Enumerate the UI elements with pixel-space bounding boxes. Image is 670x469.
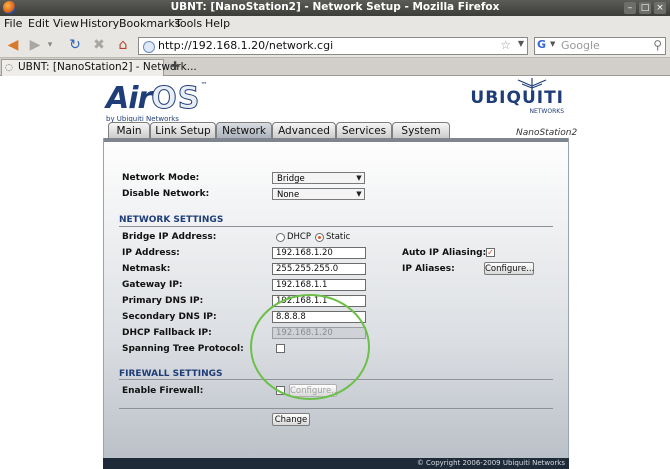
web-page: AirOS™ by Ubiquiti Networks UBIQUITI NET… (0, 76, 670, 469)
ip-address-label: IP Address: (122, 248, 180, 258)
section-divider (119, 226, 553, 227)
settings-panel: Network Mode: Bridge ▼ Disable Network: … (103, 138, 569, 469)
network-settings-title: NETWORK SETTINGS (119, 215, 224, 225)
new-tab-icon[interactable]: ✚ (170, 59, 180, 73)
menu-bookmarks[interactable]: Bookmarks (119, 17, 180, 30)
tab-system[interactable]: System (392, 122, 450, 139)
brand-name: UBIQUITI (470, 88, 564, 108)
ip-address-input[interactable]: 192.168.1.20 (272, 247, 366, 259)
back-icon[interactable]: ◀ (4, 36, 22, 54)
dhcp-radio[interactable] (276, 233, 285, 242)
search-icon[interactable]: ⚲ (653, 38, 662, 52)
home-icon[interactable]: ⌂ (114, 36, 132, 54)
close-icon[interactable]: × (654, 2, 666, 14)
navigation-toolbar: ◀ ▶ ▾ ↻ ✖ ⌂ http://192.168.1.20/network.… (0, 33, 670, 58)
network-mode-select[interactable]: Bridge ▼ (272, 172, 365, 184)
ip-aliases-configure-button[interactable]: Configure... (484, 262, 534, 275)
copyright-footer: © Copyright 2006-2009 Ubiquiti Networks (103, 458, 569, 469)
static-radio-label: Static (326, 232, 351, 242)
device-name: NanoStation2 (516, 128, 578, 138)
brand-sub: NETWORKS (529, 108, 564, 115)
chevron-down-icon: ▼ (356, 190, 362, 198)
section-divider (119, 408, 553, 409)
panel-top-border (104, 138, 568, 142)
primary-dns-input[interactable]: 192.168.1.1 (272, 295, 366, 307)
static-radio[interactable] (315, 233, 324, 242)
menu-bar: File Edit View History Bookmarks Tools H… (0, 16, 670, 34)
tab-network[interactable]: Network (216, 122, 272, 139)
gateway-ip-label: Gateway IP: (122, 280, 183, 290)
bridge-ip-label: Bridge IP Address: (122, 232, 217, 242)
menu-history[interactable]: History (80, 17, 119, 30)
netmask-label: Netmask: (122, 264, 171, 274)
tab-advanced[interactable]: Advanced (272, 122, 336, 139)
stp-label: Spanning Tree Protocol: (122, 344, 244, 354)
menu-edit[interactable]: Edit (28, 17, 49, 30)
dhcp-fallback-input[interactable]: 192.168.1.20 (272, 327, 366, 339)
chevron-down-icon: ▼ (356, 174, 362, 182)
network-mode-label: Network Mode: (122, 173, 200, 183)
stp-checkbox[interactable] (276, 344, 285, 353)
logo-tm: ™ (200, 81, 208, 89)
firewall-configure-button[interactable]: Configure... (289, 384, 339, 397)
reload-icon[interactable]: ↻ (66, 36, 84, 54)
window-titlebar: UBNT: [NanoStation2] - Network Setup - M… (0, 0, 670, 16)
menu-file[interactable]: File (4, 17, 22, 30)
dhcp-fallback-label: DHCP Fallback IP: (122, 328, 212, 338)
disable-network-value: None (277, 190, 300, 200)
netmask-input[interactable]: 255.255.255.0 (272, 263, 366, 275)
gateway-ip-input[interactable]: 192.168.1.1 (272, 279, 366, 291)
disable-network-label: Disable Network: (122, 189, 210, 199)
auto-ip-aliasing-label: Auto IP Aliasing: (402, 248, 487, 258)
dhcp-radio-label: DHCP (287, 232, 311, 242)
url-dropdown-icon[interactable]: ▼ (518, 39, 524, 48)
history-dropdown-icon[interactable]: ▾ (41, 36, 59, 54)
logo-os-text: OS (151, 81, 201, 117)
tab-main[interactable]: Main (108, 122, 150, 139)
logo-air-text: Air (106, 81, 152, 116)
secondary-dns-input[interactable]: 8.8.8.8 (272, 311, 366, 323)
network-mode-value: Bridge (277, 174, 305, 184)
address-bar[interactable]: http://192.168.1.20/network.cgi ☆ ▼ (138, 37, 528, 55)
tab-link-setup[interactable]: Link Setup (150, 122, 216, 139)
firewall-settings-title: FIREWALL SETTINGS (119, 369, 223, 379)
page-favicon: ◌ (5, 63, 13, 73)
disable-network-select[interactable]: None ▼ (272, 188, 365, 200)
primary-dns-label: Primary DNS IP: (122, 296, 204, 306)
maximize-icon[interactable]: □ (639, 2, 651, 14)
stop-icon[interactable]: ✖ (90, 36, 108, 54)
bookmark-star-icon[interactable]: ☆ (500, 38, 511, 52)
airos-logo: AirOS™ by Ubiquiti Networks (106, 81, 208, 124)
enable-firewall-checkbox[interactable] (276, 386, 285, 395)
menu-tools[interactable]: Tools (175, 17, 202, 30)
site-identity-icon[interactable] (143, 41, 155, 53)
google-engine-icon[interactable]: G (537, 39, 549, 51)
ubiquiti-logo: UBIQUITI NETWORKS (470, 88, 564, 115)
url-text[interactable]: http://192.168.1.20/network.cgi (158, 39, 333, 52)
minimize-icon[interactable]: – (624, 2, 636, 14)
menu-help[interactable]: Help (205, 17, 230, 30)
secondary-dns-label: Secondary DNS IP: (122, 312, 217, 322)
search-placeholder: Google (561, 39, 600, 52)
enable-firewall-label: Enable Firewall: (122, 386, 204, 396)
change-button[interactable]: Change (272, 413, 310, 426)
menu-view[interactable]: View (53, 17, 79, 30)
section-divider (119, 379, 553, 380)
engine-dropdown-icon[interactable]: ▼ (550, 40, 555, 48)
window-title: UBNT: [NanoStation2] - Network Setup - M… (170, 1, 500, 13)
tab-services[interactable]: Services (336, 122, 392, 139)
tab-strip: ◌ UBNT: [NanoStation2] - Network... ✚ (0, 58, 670, 76)
auto-ip-aliasing-checkbox[interactable]: ✓ (486, 248, 495, 257)
browser-tab[interactable]: ◌ UBNT: [NanoStation2] - Network... (1, 59, 197, 76)
search-box[interactable]: G ▼ Google ⚲ (534, 37, 666, 55)
ip-aliases-label: IP Aliases: (402, 264, 455, 274)
